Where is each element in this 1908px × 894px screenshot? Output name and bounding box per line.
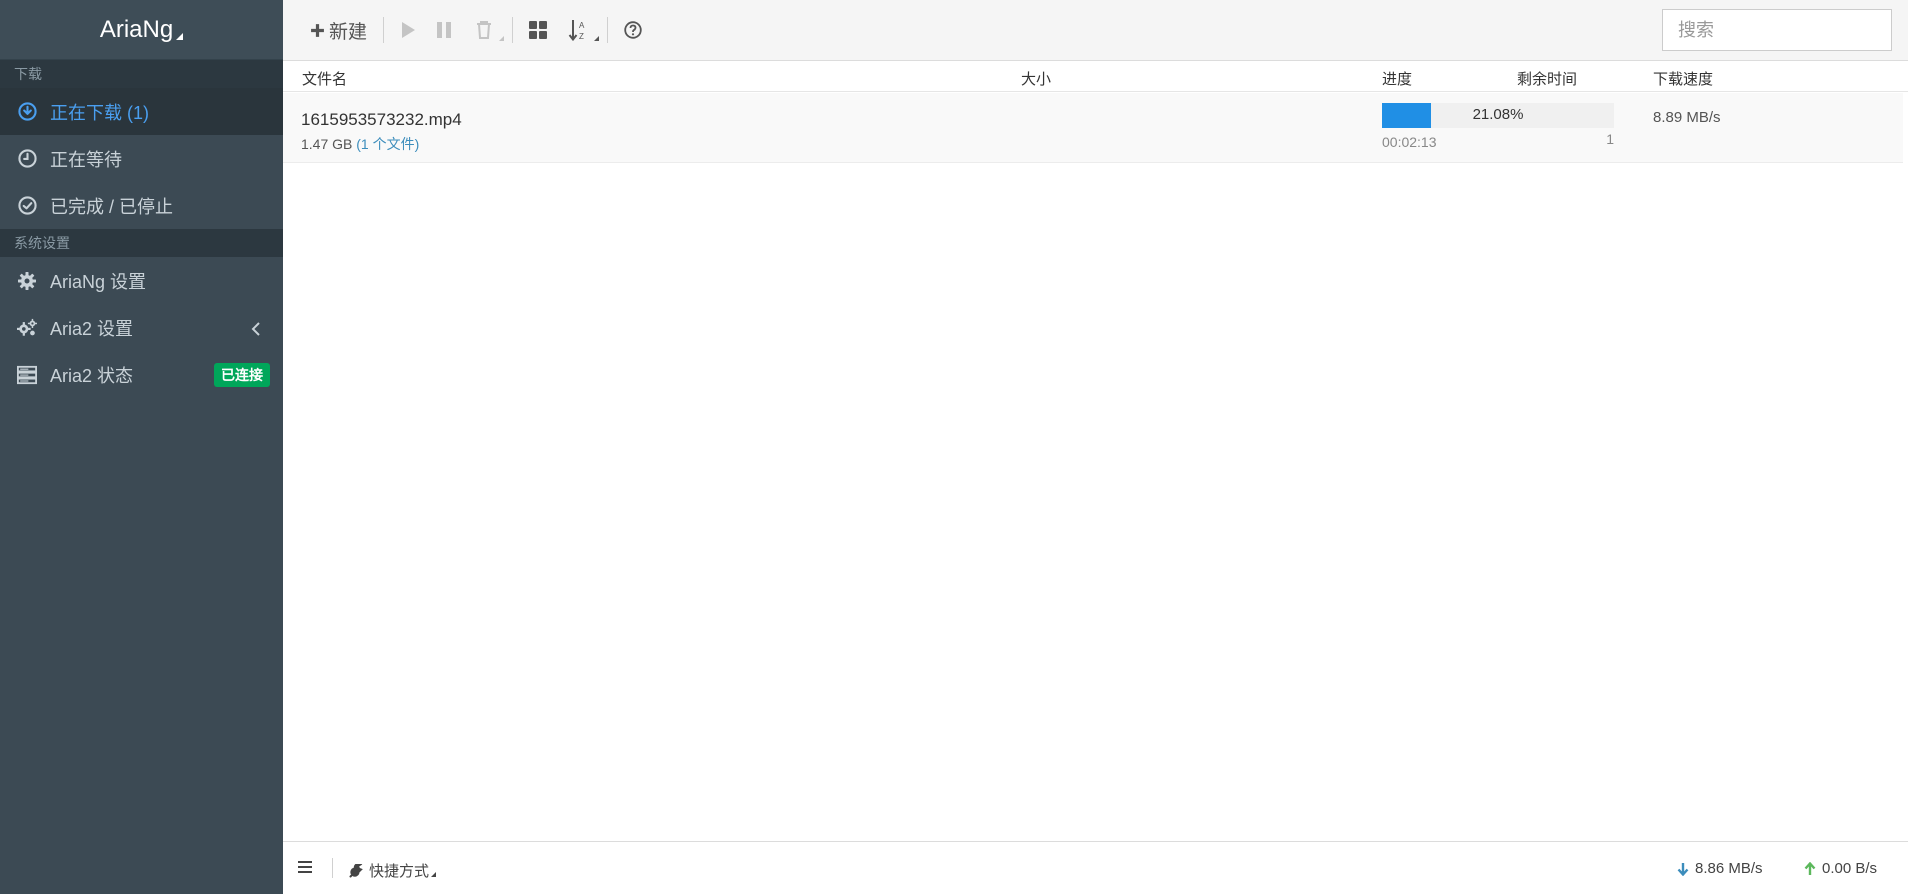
sidebar-item-aria2-status[interactable]: Aria2 状态 已连接 — [0, 351, 283, 398]
task-size: 1.47 GB — [301, 136, 353, 152]
table-row[interactable]: 1615953573232.mp4 1.47 GB (1 个文件) 21.08%… — [283, 93, 1903, 163]
global-upload-speed: 0.00 B/s — [1804, 860, 1877, 877]
logo-caret-icon — [176, 33, 184, 40]
search-input[interactable] — [1663, 10, 1908, 50]
play-icon — [402, 22, 416, 38]
gear-icon — [17, 271, 37, 291]
help-icon — [624, 21, 642, 39]
shortcut-label: 快捷方式 — [369, 863, 430, 880]
app-logo[interactable]: AriaNg — [0, 0, 283, 60]
check-circle-icon — [17, 196, 37, 216]
caret-icon — [594, 36, 600, 41]
column-header-remaining[interactable]: 剩余时间 — [1517, 68, 1577, 89]
app-title: AriaNg — [99, 15, 174, 43]
sidebar-item-stopped[interactable]: 已完成 / 已停止 — [0, 182, 283, 229]
toolbar-divider — [607, 17, 609, 43]
task-file-count-link[interactable]: (1 个文件) — [356, 136, 419, 152]
display-order-button[interactable] — [519, 12, 557, 48]
status-badge: 已连接 — [214, 363, 270, 387]
main-panel: 新建 A Z 搜索 文件名 大小 进度 剩余时间 下载速度 1615953573… — [283, 0, 1908, 894]
download-speed: 8.89 MB/s — [1653, 109, 1721, 126]
hamburger-icon — [298, 861, 312, 873]
sidebar-item-label: 已完成 / 已停止 — [50, 196, 174, 217]
progress-bar: 21.08% — [1382, 103, 1614, 128]
sidebar-item-downloading[interactable]: 正在下载 (1) — [0, 88, 283, 135]
sidebar-item-waiting[interactable]: 正在等待 — [0, 135, 283, 182]
wrench-icon — [349, 863, 363, 877]
gears-icon — [17, 318, 37, 338]
trash-icon — [477, 21, 492, 39]
clock-icon — [17, 149, 37, 169]
global-download-speed-value: 8.86 MB/s — [1695, 860, 1763, 877]
task-filename[interactable]: 1615953573232.mp4 — [301, 110, 462, 130]
sort-alpha-icon: A Z — [568, 20, 585, 41]
svg-text:Z: Z — [579, 32, 584, 41]
help-button[interactable] — [614, 12, 652, 48]
sidebar-item-label: 正在等待 — [50, 149, 122, 170]
caret-icon — [499, 36, 505, 41]
toolbar-divider — [383, 17, 385, 43]
download-circle-icon — [17, 102, 37, 122]
table-header: 文件名 大小 进度 剩余时间 下载速度 — [283, 61, 1908, 92]
sidebar-header-settings: 系统设置 — [0, 229, 283, 257]
arrow-up-icon — [1804, 861, 1816, 875]
column-header-progress[interactable]: 进度 — [1382, 68, 1412, 89]
sidebar-item-label: AriaNg 设置 — [50, 271, 147, 292]
arrow-down-icon — [1677, 862, 1689, 876]
caret-icon — [431, 872, 437, 877]
start-button[interactable] — [390, 12, 426, 48]
pause-button[interactable] — [426, 12, 462, 48]
progress-percent: 21.08% — [1472, 106, 1524, 123]
sort-button[interactable]: A Z — [557, 12, 601, 48]
new-task-label: 新建 — [329, 21, 368, 43]
chevron-left-icon[interactable] — [251, 320, 261, 341]
footer: 快捷方式 8.86 MB/s 0.00 B/s — [283, 841, 1908, 894]
shortcut-menu[interactable]: 快捷方式 — [349, 860, 437, 881]
sidebar-item-label: Aria2 状态 — [50, 365, 134, 386]
remaining-time: 00:02:13 — [1382, 134, 1437, 150]
task-size-info: 1.47 GB (1 个文件) — [301, 134, 419, 154]
plus-icon — [311, 23, 324, 37]
sidebar: AriaNg 下载 正在下载 (1) 正在等待 已完成 / 已停止 系统设置 A… — [0, 0, 283, 894]
toolbar: 新建 A Z — [283, 0, 1908, 61]
sidebar-item-label: 正在下载 (1) — [50, 102, 149, 123]
server-icon — [17, 365, 37, 385]
global-download-speed: 8.86 MB/s — [1677, 860, 1763, 877]
pause-icon — [437, 22, 452, 38]
column-header-size[interactable]: 大小 — [1021, 68, 1051, 89]
sidebar-item-aria2-settings[interactable]: Aria2 设置 — [0, 304, 283, 351]
sidebar-header-download: 下载 — [0, 60, 283, 88]
sidebar-item-label: Aria2 设置 — [50, 318, 134, 339]
column-header-speed[interactable]: 下载速度 — [1653, 68, 1713, 89]
column-header-name[interactable]: 文件名 — [302, 68, 347, 89]
sidebar-item-ariang-settings[interactable]: AriaNg 设置 — [0, 257, 283, 304]
toolbar-divider — [512, 17, 514, 43]
svg-text:A: A — [579, 21, 585, 30]
search-box — [1662, 9, 1908, 51]
menu-toggle-button[interactable] — [298, 860, 318, 877]
grid-icon — [529, 21, 548, 39]
delete-button[interactable] — [462, 12, 506, 48]
global-upload-speed-value: 0.00 B/s — [1822, 860, 1878, 877]
new-task-button[interactable]: 新建 — [300, 12, 377, 48]
footer-divider — [332, 858, 333, 878]
connection-count: 1 — [1606, 131, 1614, 147]
